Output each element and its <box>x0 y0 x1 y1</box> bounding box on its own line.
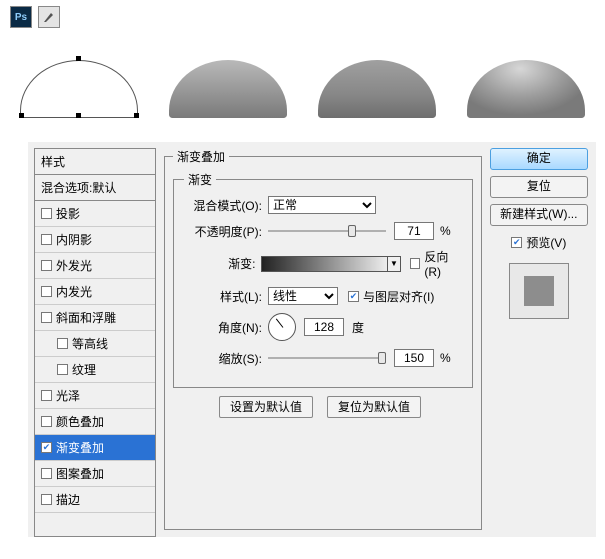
reverse-label: 反向(R) <box>424 248 461 279</box>
style-item-checkbox[interactable] <box>41 208 52 219</box>
style-select[interactable]: 线性 <box>268 287 338 305</box>
reset-default-button[interactable]: 复位为默认值 <box>327 396 421 418</box>
gradient-swatch[interactable] <box>261 256 388 272</box>
style-label: 样式(L): <box>184 288 262 305</box>
style-item-label: 外发光 <box>56 257 92 274</box>
styles-header[interactable]: 样式 <box>35 149 155 175</box>
style-item-checkbox[interactable] <box>41 416 52 427</box>
style-item-5[interactable]: 等高线 <box>35 331 155 357</box>
style-item-label: 内发光 <box>56 283 92 300</box>
style-item-label: 纹理 <box>72 361 96 378</box>
opacity-slider[interactable] <box>268 224 386 238</box>
style-item-checkbox[interactable] <box>57 338 68 349</box>
style-item-10[interactable]: 图案叠加 <box>35 461 155 487</box>
inner-title: 渐变 <box>184 171 216 188</box>
preview-swatch <box>509 263 569 319</box>
angle-dial[interactable] <box>268 313 296 341</box>
align-checkbox[interactable]: ✔ <box>348 291 359 302</box>
group-title: 渐变叠加 <box>173 148 229 165</box>
dome-darker <box>308 48 446 118</box>
reset-button[interactable]: 复位 <box>490 176 588 198</box>
align-label: 与图层对齐(I) <box>363 288 434 305</box>
style-item-label: 渐变叠加 <box>56 439 104 456</box>
ok-button[interactable]: 确定 <box>490 148 588 170</box>
style-item-label: 颜色叠加 <box>56 413 104 430</box>
style-item-11[interactable]: 描边 <box>35 487 155 513</box>
style-item-checkbox[interactable] <box>41 390 52 401</box>
toolbar: Ps <box>10 6 60 28</box>
style-item-checkbox[interactable] <box>57 364 68 375</box>
new-style-button[interactable]: 新建样式(W)... <box>490 204 588 226</box>
blend-options-row[interactable]: 混合选项:默认 <box>35 175 155 201</box>
preview-checkbox[interactable]: ✔ <box>511 237 522 248</box>
style-item-1[interactable]: 内阴影 <box>35 227 155 253</box>
style-item-label: 等高线 <box>72 335 108 352</box>
degree-unit: 度 <box>352 319 364 336</box>
style-item-checkbox[interactable] <box>41 494 52 505</box>
opacity-label: 不透明度(P): <box>184 223 262 240</box>
dome-previews <box>10 48 595 118</box>
blend-mode-select[interactable]: 正常 <box>268 196 376 214</box>
style-item-7[interactable]: 光泽 <box>35 383 155 409</box>
style-item-checkbox[interactable]: ✔ <box>41 442 52 453</box>
dialog-right-column: 确定 复位 新建样式(W)... ✔ 预览(V) <box>490 148 596 537</box>
style-item-8[interactable]: 颜色叠加 <box>35 409 155 435</box>
style-item-0[interactable]: 投影 <box>35 201 155 227</box>
style-item-label: 斜面和浮雕 <box>56 309 116 326</box>
style-item-label: 图案叠加 <box>56 465 104 482</box>
set-default-button[interactable]: 设置为默认值 <box>219 396 313 418</box>
style-item-4[interactable]: 斜面和浮雕 <box>35 305 155 331</box>
percent-unit-2: % <box>440 351 451 365</box>
percent-unit: % <box>440 224 451 238</box>
style-item-label: 描边 <box>56 491 80 508</box>
dome-outline <box>10 48 148 118</box>
preview-label: 预览(V) <box>526 234 566 251</box>
layer-style-dialog: 样式 混合选项:默认 投影内阴影外发光内发光斜面和浮雕等高线纹理光泽颜色叠加✔渐… <box>28 142 596 537</box>
styles-panel: 样式 混合选项:默认 投影内阴影外发光内发光斜面和浮雕等高线纹理光泽颜色叠加 ✔ 渐… <box>34 148 156 537</box>
style-item-9[interactable]: ✔ 渐变叠加 <box>35 435 155 461</box>
opacity-value[interactable]: 71 <box>394 222 434 240</box>
style-item-checkbox[interactable] <box>41 234 52 245</box>
style-item-label: 光泽 <box>56 387 80 404</box>
style-item-checkbox[interactable] <box>41 260 52 271</box>
style-item-label: 投影 <box>56 205 80 222</box>
style-item-checkbox[interactable] <box>41 468 52 479</box>
dome-radial <box>457 48 595 118</box>
gradient-label: 渐变: <box>184 255 255 272</box>
freeform-pen-icon[interactable] <box>38 6 60 28</box>
style-item-2[interactable]: 外发光 <box>35 253 155 279</box>
style-item-checkbox[interactable] <box>41 286 52 297</box>
style-item-3[interactable]: 内发光 <box>35 279 155 305</box>
scale-slider[interactable] <box>268 351 386 365</box>
style-item-checkbox[interactable] <box>41 312 52 323</box>
angle-value[interactable]: 128 <box>304 318 344 336</box>
style-item-6[interactable]: 纹理 <box>35 357 155 383</box>
blend-mode-label: 混合模式(O): <box>184 197 262 214</box>
scale-value[interactable]: 150 <box>394 349 434 367</box>
gradient-dropdown[interactable]: ▼ <box>388 256 401 272</box>
style-item-label: 内阴影 <box>56 231 92 248</box>
reverse-checkbox[interactable] <box>410 258 420 269</box>
scale-label: 缩放(S): <box>184 350 262 367</box>
dome-flat <box>159 48 297 118</box>
ps-icon: Ps <box>10 6 32 28</box>
angle-label: 角度(N): <box>184 319 262 336</box>
gradient-overlay-panel: 渐变叠加 渐变 混合模式(O): 正常 不透明度(P): 71 % <box>156 148 490 537</box>
